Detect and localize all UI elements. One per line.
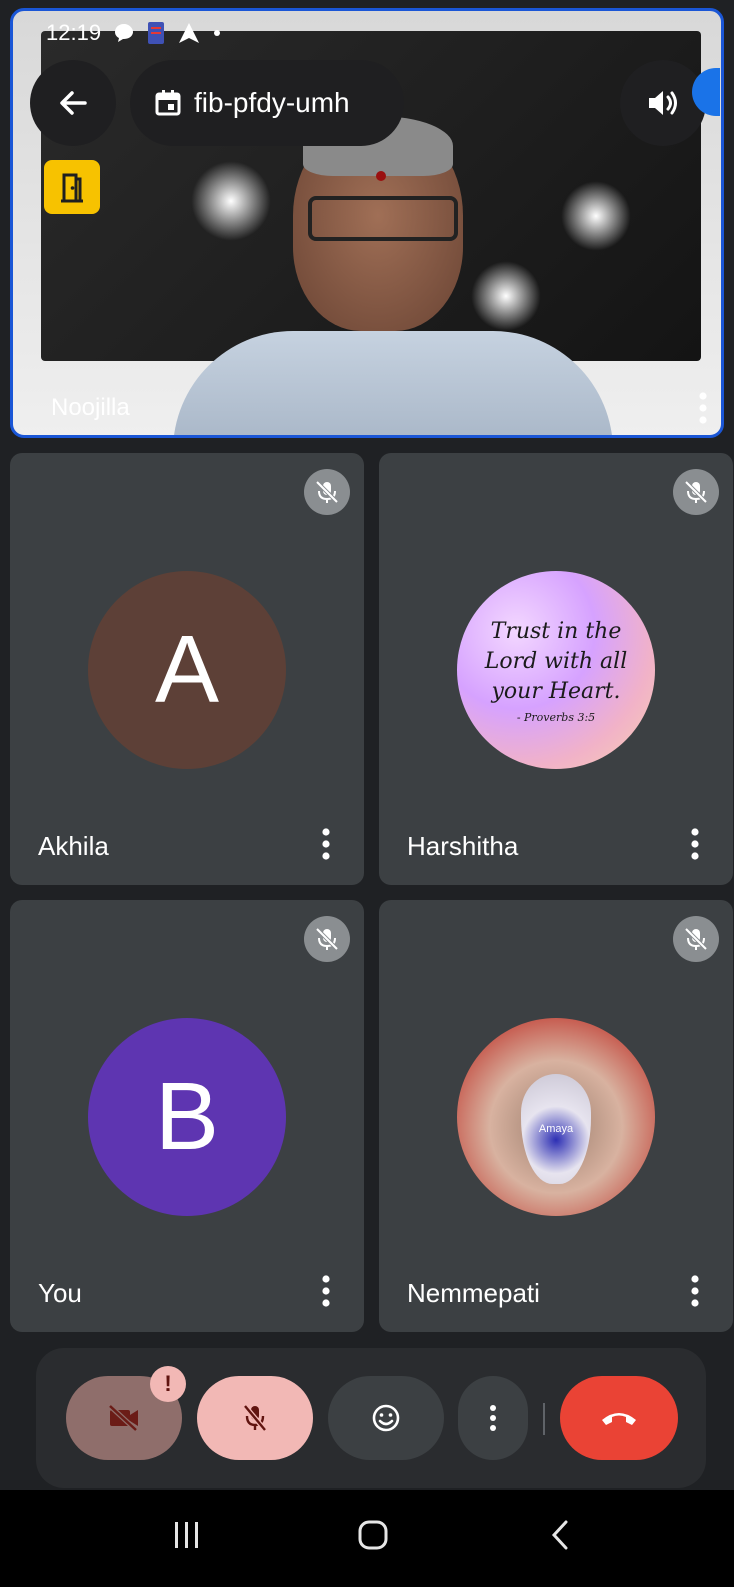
chat-bubble-icon [115, 24, 134, 42]
muted-badge [304, 916, 350, 962]
participant-bindi [376, 171, 386, 181]
pendant-image: Amaya [521, 1074, 591, 1184]
arrow-left-icon [60, 91, 87, 115]
recents-icon [175, 1522, 198, 1548]
controls-divider [543, 1403, 545, 1435]
avatar: A [88, 571, 286, 769]
participant-name: Harshitha [407, 831, 519, 861]
more-vert-icon [490, 1405, 496, 1431]
avatar-caption: - Proverbs 3:5 [516, 710, 596, 724]
participant-more-options[interactable] [320, 1274, 332, 1313]
more-vert-icon [691, 828, 699, 860]
muted-badge [673, 916, 719, 962]
camera-warning-badge: ! [150, 1366, 186, 1402]
home-icon [358, 1520, 388, 1550]
reactions-button[interactable] [328, 1376, 444, 1460]
avatar-letter: A [154, 616, 220, 723]
participant-shirt [173, 331, 613, 435]
call-controls-bar: ! [36, 1348, 706, 1488]
back-button[interactable] [30, 60, 116, 146]
door-icon [61, 173, 83, 203]
participant-tile[interactable]: Trust in the Lord with all your Heart. -… [379, 453, 733, 885]
audio-output-button[interactable] [620, 60, 706, 146]
light-reflection [191, 161, 271, 241]
system-navigation-bar [0, 1490, 734, 1587]
participant-tile[interactable]: A Akhila [10, 453, 364, 885]
emoji-icon [372, 1404, 400, 1432]
featured-participant-name: Noojilla [51, 394, 130, 421]
light-reflection [471, 261, 541, 331]
breakout-room-button[interactable] [44, 160, 100, 214]
status-time: 12:19 [46, 20, 102, 45]
camera-off-icon [108, 1404, 138, 1432]
mic-toggle-button[interactable] [197, 1376, 313, 1460]
participant-more-options[interactable] [320, 827, 332, 866]
more-options-button[interactable] [458, 1376, 528, 1460]
avatar: B [88, 1018, 286, 1216]
participant-more-options[interactable] [689, 827, 701, 866]
mic-off-icon [684, 480, 708, 504]
avatar-letter: B [154, 1063, 220, 1170]
more-vert-icon [322, 1275, 330, 1307]
participant-glasses [308, 196, 458, 241]
avatar-text-line: your Heart. [491, 678, 621, 704]
dot-icon [214, 30, 221, 36]
mic-off-icon [315, 927, 339, 951]
mic-off-icon [243, 1404, 267, 1432]
mic-off-icon [684, 927, 708, 951]
more-vert-icon [322, 828, 330, 860]
end-call-button[interactable] [560, 1376, 678, 1460]
meeting-info-button[interactable]: fib-pfdy-umh [130, 60, 404, 146]
featured-more-options[interactable] [697, 391, 709, 430]
pendant-text: Amaya [538, 1123, 574, 1135]
participant-tile-self[interactable]: B You [10, 900, 364, 1332]
meeting-code: fib-pfdy-umh [194, 87, 350, 118]
recents-button[interactable] [172, 1518, 202, 1557]
participant-more-options[interactable] [689, 1274, 701, 1313]
back-nav-button[interactable] [548, 1518, 572, 1557]
chevron-left-icon [551, 1520, 568, 1550]
participant-name: You [38, 1278, 82, 1308]
avatar-image: Amaya [457, 1018, 655, 1216]
participant-name: Nemmepati [407, 1278, 540, 1308]
speaker-icon [649, 91, 677, 115]
call-end-icon [602, 1413, 636, 1425]
mic-off-icon [315, 480, 339, 504]
more-vert-icon [699, 392, 707, 424]
muted-badge [673, 469, 719, 515]
home-button[interactable] [356, 1518, 390, 1557]
calendar-icon [155, 90, 181, 116]
status-bar: 12:19 [46, 20, 221, 46]
avatar-image: Trust in the Lord with all your Heart. -… [457, 571, 655, 769]
light-reflection [561, 181, 631, 251]
more-vert-icon [691, 1275, 699, 1307]
participant-tile[interactable]: Amaya Nemmepati [379, 900, 733, 1332]
navigation-arrow-icon [179, 23, 200, 43]
avatar-text-line: Lord with all [484, 648, 628, 674]
avatar-text-line: Trust in the [490, 618, 622, 644]
muted-badge [304, 469, 350, 515]
participant-name: Akhila [38, 831, 109, 861]
app-notification-icon [148, 22, 165, 44]
